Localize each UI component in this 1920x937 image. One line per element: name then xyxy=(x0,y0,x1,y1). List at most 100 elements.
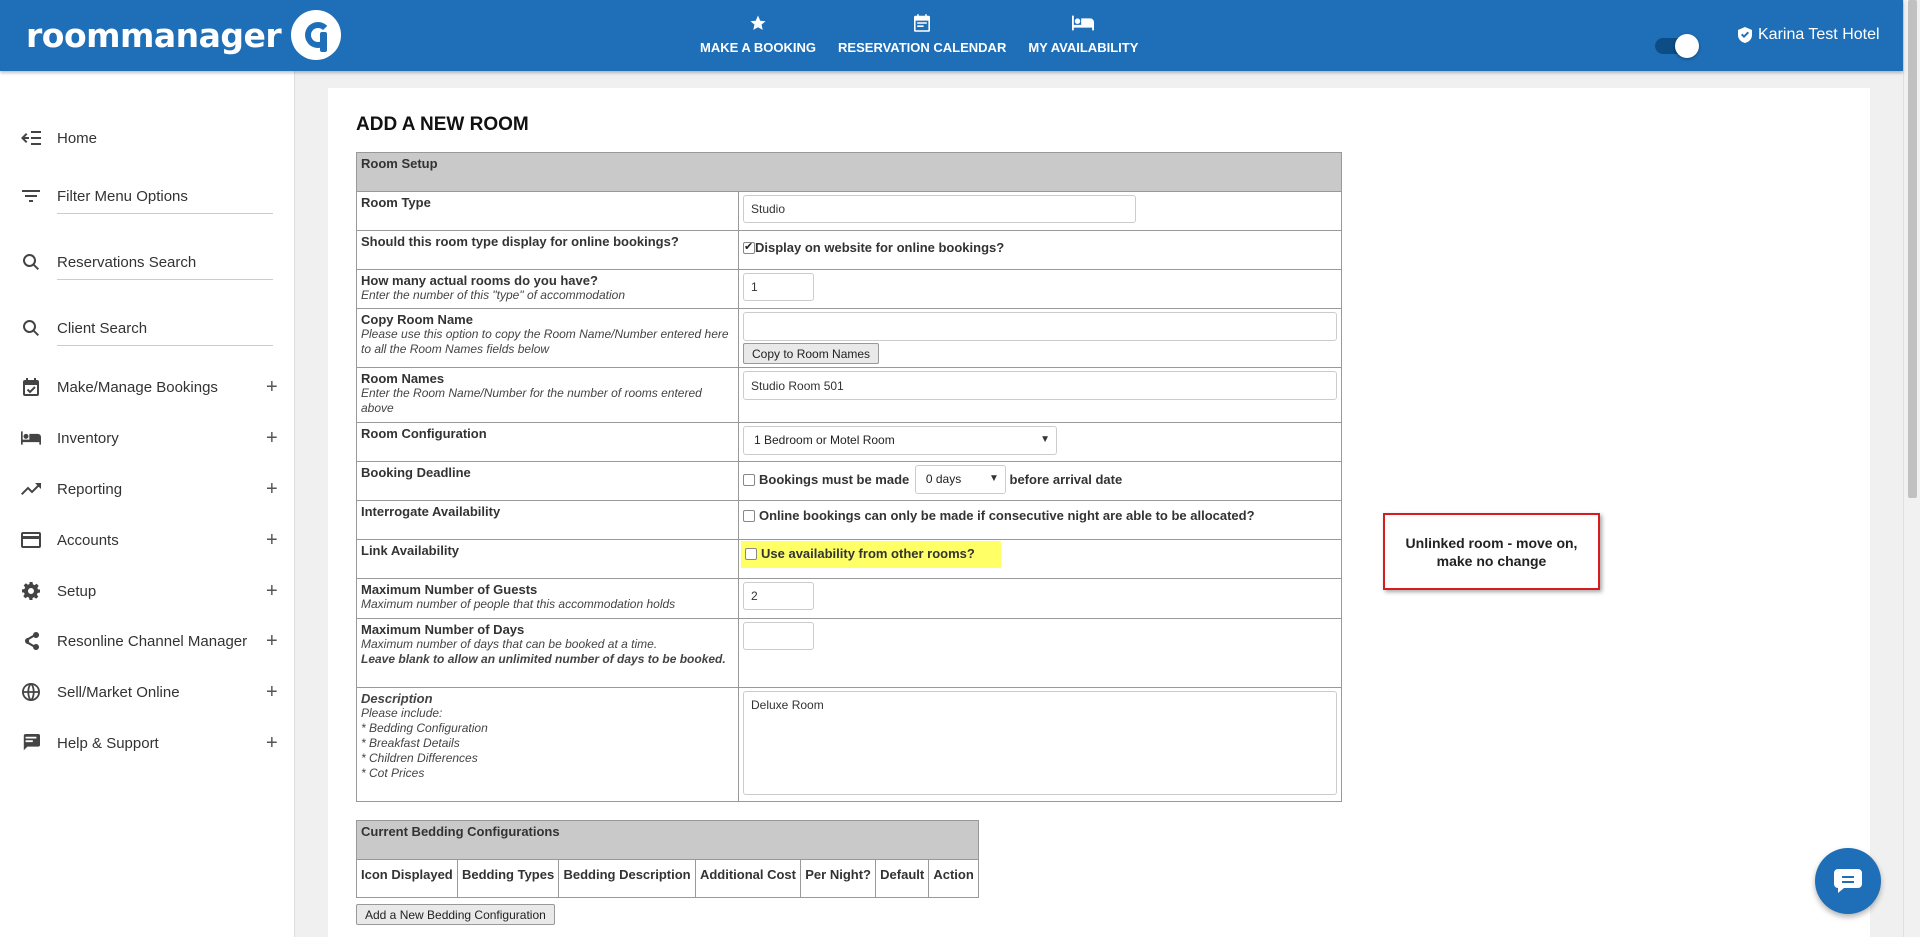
event-check-icon xyxy=(20,376,42,398)
booking-deadline-checkbox-label: Bookings must be made xyxy=(759,472,910,487)
sidebar-item-label: Setup xyxy=(57,582,97,600)
copy-to-room-names-button[interactable]: Copy to Room Names xyxy=(743,343,880,364)
link-availability-label: Link Availability xyxy=(361,543,460,558)
bedding-column-header: Per Night? xyxy=(800,859,877,898)
bedding-column-header: Default xyxy=(875,859,930,898)
sidebar-item-label: Help & Support xyxy=(57,734,159,752)
sidebar-item-label: Make/Manage Bookings xyxy=(57,378,218,396)
room-configuration-label: Room Configuration xyxy=(361,426,487,441)
bedding-header: Current Bedding Configurations xyxy=(356,820,979,860)
sidebar-item-home[interactable]: Home xyxy=(0,118,295,158)
description-hint-line: * Breakfast Details xyxy=(361,736,460,750)
link-availability-checkbox-label: Use availability from other rooms? xyxy=(761,546,975,562)
shield-check-icon xyxy=(1738,27,1752,43)
calendar-icon xyxy=(914,12,931,34)
sidebar-item-label: Resonline Channel Manager xyxy=(57,632,248,650)
expand-plus-icon[interactable]: + xyxy=(266,630,278,653)
sidebar-item-reporting[interactable]: Reporting + xyxy=(0,469,295,509)
expand-plus-icon[interactable]: + xyxy=(266,580,278,603)
sidebar-item-filter-menu-options[interactable]: Filter Menu Options xyxy=(0,176,295,216)
divider xyxy=(57,345,273,346)
copy-room-name-label: Copy Room Name xyxy=(361,312,473,327)
divider xyxy=(57,279,273,280)
bedding-column-header: Bedding Description xyxy=(558,859,696,898)
interrogate-availability-checkbox-label: Online bookings can only be made if cons… xyxy=(759,508,1255,524)
description-textarea[interactable]: Deluxe Room xyxy=(743,691,1337,795)
sidebar-item-label: Sell/Market Online xyxy=(57,683,180,701)
dropdown-arrow-icon: ▼ xyxy=(988,473,999,484)
nav-reservation-calendar[interactable]: RESERVATION CALENDAR xyxy=(838,12,1006,55)
scrollbar-thumb[interactable] xyxy=(1908,0,1917,498)
mode-toggle[interactable] xyxy=(1655,34,1699,58)
max-guests-input[interactable] xyxy=(743,582,814,610)
online-display-label: Should this room type display for online… xyxy=(361,234,679,249)
annotation-callout: Unlinked room - move on, make no change xyxy=(1383,513,1600,590)
bed-icon xyxy=(20,427,42,449)
logo[interactable]: roommanager xyxy=(26,8,342,62)
room-count-label: How many actual rooms do you have? xyxy=(361,273,598,288)
booking-deadline-label: Booking Deadline xyxy=(361,465,471,480)
description-label: Description xyxy=(361,691,433,706)
chat-bubble-icon xyxy=(1834,869,1862,893)
booking-deadline-days-value: 0 days xyxy=(925,472,962,486)
sidebar-item-resonline-channel-manager[interactable]: Resonline Channel Manager + xyxy=(0,621,295,661)
room-configuration-value: 1 Bedroom or Motel Room xyxy=(754,433,895,447)
search-icon xyxy=(20,251,42,273)
room-type-input[interactable] xyxy=(743,195,1136,223)
room-names-hint: Enter the Room Name/Number for the numbe… xyxy=(361,386,702,415)
booking-deadline-checkbox[interactable] xyxy=(743,473,755,486)
bedding-column-header: Action xyxy=(928,859,979,898)
search-icon xyxy=(20,317,42,339)
nav-label: RESERVATION CALENDAR xyxy=(838,40,1007,55)
nav-my-availability[interactable]: MY AVAILABILITY xyxy=(1028,12,1138,55)
interrogate-availability-checkbox[interactable] xyxy=(743,509,755,522)
max-days-label: Maximum Number of Days xyxy=(361,622,525,637)
sidebar-item-client-search[interactable]: Client Search xyxy=(0,308,295,348)
description-hint-line: * Bedding Configuration xyxy=(361,721,488,735)
bedding-column-header: Icon Displayed xyxy=(356,859,458,898)
sidebar-item-label: Accounts xyxy=(57,531,119,549)
page-title: ADD A NEW ROOM xyxy=(356,114,529,135)
max-days-input[interactable] xyxy=(743,622,814,650)
sidebar-item-reservations-search[interactable]: Reservations Search xyxy=(0,242,295,282)
booking-deadline-suffix: before arrival date xyxy=(1009,472,1123,487)
sidebar-item-inventory[interactable]: Inventory + xyxy=(0,418,295,458)
expand-plus-icon[interactable]: + xyxy=(266,681,278,704)
main-card: ADD A NEW ROOM Room Setup Room Type Shou… xyxy=(328,88,1870,937)
sidebar-item-sell-market-online[interactable]: Sell/Market Online + xyxy=(0,672,295,712)
sidebar: Home Filter Menu Options Reservations Se… xyxy=(0,71,295,937)
sidebar-item-setup[interactable]: Setup + xyxy=(0,571,295,611)
expand-plus-icon[interactable]: + xyxy=(266,478,278,501)
room-names-input[interactable] xyxy=(743,371,1337,400)
globe-icon xyxy=(20,681,42,703)
room-count-input[interactable] xyxy=(743,273,814,301)
chat-icon xyxy=(20,732,42,754)
expand-plus-icon[interactable]: + xyxy=(266,427,278,450)
room-configuration-select[interactable]: 1 Bedroom or Motel Room ▼ xyxy=(743,426,1057,455)
sidebar-item-label: Client Search xyxy=(57,319,148,337)
copy-room-name-input[interactable] xyxy=(743,312,1337,341)
sidebar-item-help-support[interactable]: Help & Support + xyxy=(0,723,295,763)
divider xyxy=(57,213,273,214)
nav-make-a-booking[interactable]: MAKE A BOOKING xyxy=(700,12,816,55)
page-scrollbar[interactable] xyxy=(1903,0,1920,937)
chat-widget-button[interactable] xyxy=(1815,848,1881,914)
filter-icon xyxy=(20,185,42,207)
expand-plus-icon[interactable]: + xyxy=(266,376,278,399)
add-bedding-configuration-button[interactable]: Add a New Bedding Configuration xyxy=(356,904,555,925)
trending-up-icon xyxy=(20,478,42,500)
sidebar-item-label: Inventory xyxy=(57,429,119,447)
booking-deadline-days-select[interactable]: 0 days ▼ xyxy=(914,465,1006,494)
max-days-hint: Maximum number of days that can be booke… xyxy=(361,637,658,651)
sidebar-item-accounts[interactable]: Accounts + xyxy=(0,520,295,560)
sidebar-item-make-manage-bookings[interactable]: Make/Manage Bookings + xyxy=(0,367,295,407)
max-guests-hint: Maximum number of people that this accom… xyxy=(361,597,676,611)
max-days-hint-bold: Leave blank to allow an unlimited number… xyxy=(361,652,726,666)
hotel-selector[interactable]: Karina Test Hotel xyxy=(1738,26,1880,44)
online-display-checkbox[interactable] xyxy=(743,240,755,254)
expand-plus-icon[interactable]: + xyxy=(266,732,278,755)
online-display-checkbox-label: Display on website for online bookings? xyxy=(755,240,1005,256)
link-availability-checkbox[interactable] xyxy=(745,547,757,560)
room-setup-table: Room Setup Room Type Should this room ty… xyxy=(356,152,1342,802)
expand-plus-icon[interactable]: + xyxy=(266,529,278,552)
